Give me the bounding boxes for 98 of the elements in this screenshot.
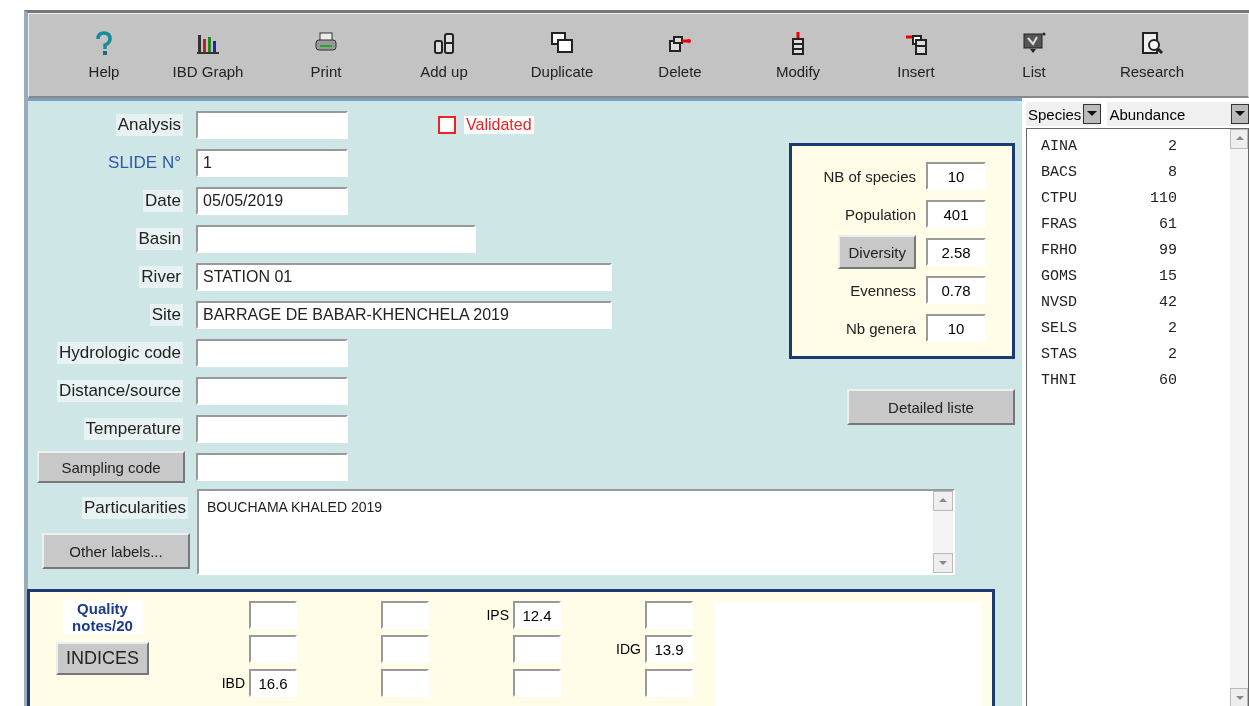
- input-field[interactable]: BARRAGE DE BABAR-KHENCHELA 2019: [196, 301, 612, 329]
- species-code[interactable]: STAS: [1041, 345, 1077, 363]
- species-code[interactable]: NVSD: [1041, 293, 1077, 311]
- index-field[interactable]: 13.9: [645, 635, 693, 663]
- scroll-up-icon[interactable]: [1230, 129, 1248, 149]
- species-code[interactable]: AINA: [1041, 137, 1077, 155]
- scrollbar[interactable]: [1230, 129, 1248, 706]
- field-label: Distance/source: [57, 380, 183, 402]
- abundance-value: 110: [1150, 189, 1177, 207]
- abundance-value: 42: [1159, 293, 1177, 311]
- index-field[interactable]: [645, 669, 693, 697]
- stat-field[interactable]: 401: [926, 200, 986, 228]
- abundance-value: 99: [1159, 241, 1177, 259]
- input-field[interactable]: [196, 225, 476, 253]
- stat-label: NB of species: [823, 167, 916, 185]
- scroll-up-icon[interactable]: [933, 491, 953, 511]
- checkbox-label: Validated: [464, 116, 534, 134]
- index-field[interactable]: 12.4: [513, 601, 561, 629]
- species-code[interactable]: SELS: [1041, 319, 1077, 337]
- diversity-button[interactable]: Diversity: [838, 235, 916, 269]
- index-label: IDG: [616, 641, 641, 657]
- index-label: IPS: [486, 607, 509, 623]
- input-field[interactable]: [196, 377, 348, 405]
- input-field[interactable]: 05/05/2019: [196, 187, 348, 215]
- stat-field[interactable]: 10: [926, 162, 986, 190]
- index-field[interactable]: [513, 669, 561, 697]
- column-header[interactable]: Species: [1026, 102, 1102, 126]
- detailed-list-button[interactable]: Detailed liste: [847, 389, 1015, 425]
- index-field[interactable]: 16.6: [249, 669, 297, 697]
- toolbar-button[interactable]: Modify: [739, 30, 857, 80]
- field-label: River: [139, 266, 183, 288]
- index-field[interactable]: [645, 601, 693, 629]
- text-area[interactable]: BOUCHAMA KHALED 2019: [197, 489, 955, 575]
- species-code[interactable]: FRAS: [1041, 215, 1077, 233]
- abundance-value: 60: [1159, 371, 1177, 389]
- dropdown-caret-icon[interactable]: [1231, 104, 1249, 124]
- scroll-down-icon[interactable]: [933, 553, 953, 573]
- sampling-code-button[interactable]: Sampling code: [37, 451, 185, 483]
- stat-field[interactable]: 2.58: [926, 238, 986, 266]
- abundance-value: 8: [1168, 163, 1177, 181]
- toolbar-button[interactable]: Print: [267, 30, 385, 80]
- toolbar-button[interactable]: Delete: [621, 30, 739, 80]
- input-field[interactable]: [196, 111, 348, 139]
- other-labels-button[interactable]: Other labels...: [42, 533, 190, 569]
- dropdown-caret-icon[interactable]: [1083, 104, 1102, 124]
- toolbar-button[interactable]: Insert: [857, 30, 975, 80]
- stat-field[interactable]: 0.78: [926, 276, 986, 304]
- stat-field[interactable]: 10: [926, 314, 986, 342]
- toolbar-button[interactable]: Research: [1093, 30, 1211, 80]
- field-label: Analysis: [115, 114, 183, 136]
- scrollbar[interactable]: [933, 491, 953, 573]
- cylinders-icon: [432, 30, 456, 55]
- checkbox[interactable]: [438, 116, 456, 134]
- index-field[interactable]: [249, 635, 297, 663]
- index-field[interactable]: [513, 635, 561, 663]
- species-code[interactable]: BACS: [1041, 163, 1077, 181]
- search-icon: [1140, 30, 1164, 55]
- input-field[interactable]: [196, 339, 348, 367]
- toolbar-button[interactable]: Duplicate: [503, 30, 621, 80]
- toolbar-button[interactable]: Help: [59, 30, 149, 80]
- scroll-down-icon[interactable]: [1230, 688, 1248, 706]
- abundance-value: 2: [1168, 345, 1177, 363]
- species-code[interactable]: GOMS: [1041, 267, 1077, 285]
- index-field[interactable]: [249, 601, 297, 629]
- field-label: Basin: [136, 228, 183, 250]
- stat-label: Population: [845, 205, 916, 223]
- species-code[interactable]: CTPU: [1041, 189, 1077, 207]
- species-code[interactable]: THNI: [1041, 371, 1077, 389]
- toolbar-button[interactable]: IBD Graph: [149, 30, 267, 80]
- field-label: Temperature: [83, 418, 183, 440]
- index-label: IBD: [221, 675, 245, 691]
- species-code[interactable]: FRHO: [1041, 241, 1077, 259]
- text-area-value: BOUCHAMA KHALED 2019: [206, 498, 384, 517]
- input-field[interactable]: [196, 415, 348, 443]
- abundance-value: 2: [1168, 319, 1177, 337]
- quality-title: Quality notes/20: [62, 600, 143, 634]
- abundance-value: 2: [1168, 137, 1177, 155]
- field-label: Date: [143, 190, 183, 212]
- field-label[interactable]: SLIDE N°: [106, 152, 183, 174]
- field-label: Site: [149, 304, 183, 326]
- toolbar-button[interactable]: List: [975, 30, 1093, 80]
- stat-label: Nb genera: [845, 319, 916, 337]
- input-field[interactable]: 1: [196, 149, 348, 177]
- input-field[interactable]: [196, 453, 348, 481]
- monitor-icon: [1022, 30, 1046, 55]
- copy-icon: [550, 30, 574, 55]
- indices-button[interactable]: INDICES: [56, 642, 149, 675]
- input-field[interactable]: STATION 01: [196, 263, 612, 291]
- stat-label: Evenness: [850, 281, 916, 299]
- toolbar-button[interactable]: Add up: [385, 30, 503, 80]
- field-label: Particularities: [81, 497, 188, 519]
- field-label: Hydrologic code: [57, 342, 183, 364]
- index-field[interactable]: [381, 601, 429, 629]
- abundance-value: 61: [1159, 215, 1177, 233]
- index-field[interactable]: [381, 635, 429, 663]
- index-field[interactable]: [381, 669, 429, 697]
- column-header[interactable]: Abundance: [1107, 102, 1249, 126]
- abundance-value: 15: [1159, 267, 1177, 285]
